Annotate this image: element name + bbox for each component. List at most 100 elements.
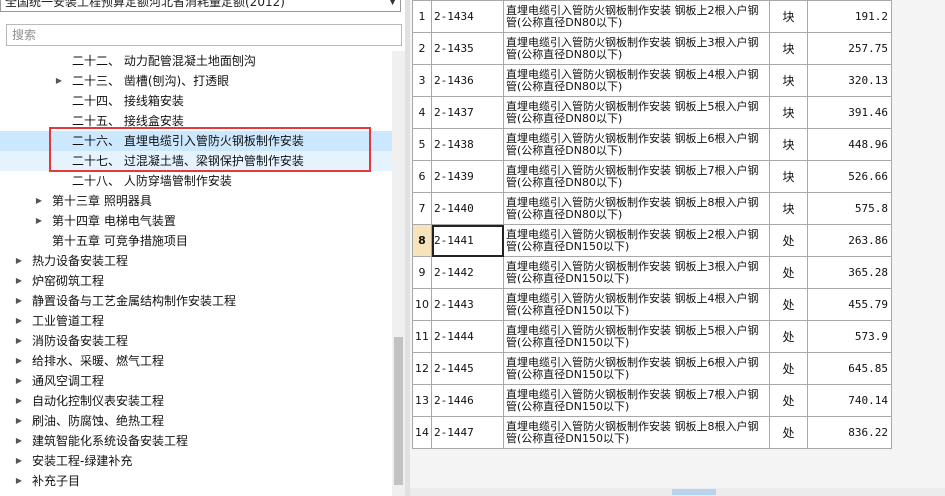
tree-item[interactable]: ▶ 自动化控制仪表安装工程: [0, 391, 392, 411]
expand-arrow-icon[interactable]: ▶: [14, 251, 24, 271]
unit-cell[interactable]: 块: [769, 128, 808, 161]
unit-cell[interactable]: 块: [769, 64, 808, 97]
table-row[interactable]: 6 2-1439 直埋电缆引入管防火钢板制作安装 钢板上7根入户钢管(公称直径DN8…: [412, 160, 892, 193]
quota-name-cell[interactable]: 直埋电缆引入管防火钢板制作安装 钢板上5根入户钢管(公称直径DN80以下): [503, 96, 770, 129]
tree-item[interactable]: 二十五、 接线盒安装: [0, 111, 392, 131]
quota-name-cell[interactable]: 直埋电缆引入管防火钢板制作安装 钢板上7根入户钢管(公称直径DN150以下): [503, 384, 770, 417]
table-row[interactable]: 2 2-1435 直埋电缆引入管防火钢板制作安装 钢板上3根入户钢管(公称直径DN8…: [412, 32, 892, 65]
expand-arrow-icon[interactable]: ▶: [34, 191, 44, 211]
row-number[interactable]: 10: [412, 288, 432, 321]
expand-arrow-icon[interactable]: ▶: [14, 411, 24, 431]
tree-item[interactable]: ▶ 补充子目: [0, 471, 392, 491]
quota-code-cell[interactable]: 2-1434: [431, 0, 504, 33]
tree-item[interactable]: ▶ 第十三章 照明器具: [0, 191, 392, 211]
unit-cell[interactable]: 块: [769, 0, 808, 33]
quota-code-cell[interactable]: 2-1442: [431, 256, 504, 289]
quota-name-cell[interactable]: 直埋电缆引入管防火钢板制作安装 钢板上4根入户钢管(公称直径DN150以下): [503, 288, 770, 321]
quota-name-cell[interactable]: 直埋电缆引入管防火钢板制作安装 钢板上5根入户钢管(公称直径DN150以下): [503, 320, 770, 353]
tree-item[interactable]: ▶ 建筑智能化系统设备安装工程: [0, 431, 392, 451]
quota-code-cell[interactable]: 2-1443: [431, 288, 504, 321]
expand-arrow-icon[interactable]: ▶: [34, 211, 44, 231]
quota-name-cell[interactable]: 直埋电缆引入管防火钢板制作安装 钢板上3根入户钢管(公称直径DN80以下): [503, 32, 770, 65]
table-row[interactable]: 8 2-1441 直埋电缆引入管防火钢板制作安装 钢板上2根入户钢管(公称直径DN1…: [412, 224, 892, 257]
expand-arrow-icon[interactable]: ▶: [54, 71, 64, 91]
tree-item[interactable]: ▶ 工业管道工程: [0, 311, 392, 331]
table-row[interactable]: 1 2-1434 直埋电缆引入管防火钢板制作安装 钢板上2根入户钢管(公称直径DN8…: [412, 0, 892, 33]
expand-arrow-icon[interactable]: ▶: [14, 471, 24, 491]
search-input[interactable]: [6, 24, 402, 46]
expand-arrow-icon[interactable]: ▶: [14, 371, 24, 391]
price-cell[interactable]: 575.8: [807, 192, 892, 225]
quota-library-select[interactable]: 全国统一安装工程预算定额河北省消耗量定额(2012) ▼: [0, 0, 401, 12]
unit-cell[interactable]: 块: [769, 96, 808, 129]
price-cell[interactable]: 645.85: [807, 352, 892, 385]
row-number[interactable]: 11: [412, 320, 432, 353]
tree-item[interactable]: 二十六、 直埋电缆引入管防火钢板制作安装: [0, 131, 392, 151]
quota-code-cell[interactable]: 2-1439: [431, 160, 504, 193]
row-number[interactable]: 14: [412, 416, 432, 449]
expand-arrow-icon[interactable]: ▶: [14, 451, 24, 471]
unit-cell[interactable]: 处: [769, 320, 808, 353]
table-row[interactable]: 3 2-1436 直埋电缆引入管防火钢板制作安装 钢板上4根入户钢管(公称直径DN8…: [412, 64, 892, 97]
unit-cell[interactable]: 处: [769, 288, 808, 321]
tree-item[interactable]: ▶ 通风空调工程: [0, 371, 392, 391]
tree-item[interactable]: ▶ 刷油、防腐蚀、绝热工程: [0, 411, 392, 431]
tree-item[interactable]: ▶ 消防设备安装工程: [0, 331, 392, 351]
quota-code-cell[interactable]: 2-1438: [431, 128, 504, 161]
price-cell[interactable]: 391.46: [807, 96, 892, 129]
tree-item[interactable]: ▶ 炉窑砌筑工程: [0, 271, 392, 291]
unit-cell[interactable]: 处: [769, 352, 808, 385]
row-number[interactable]: 7: [412, 192, 432, 225]
quota-code-cell[interactable]: 2-1440: [431, 192, 504, 225]
table-row[interactable]: 5 2-1438 直埋电缆引入管防火钢板制作安装 钢板上6根入户钢管(公称直径DN8…: [412, 128, 892, 161]
price-cell[interactable]: 257.75: [807, 32, 892, 65]
row-number[interactable]: 8: [412, 224, 432, 257]
expand-arrow-icon[interactable]: ▶: [14, 391, 24, 411]
unit-cell[interactable]: 处: [769, 256, 808, 289]
table-row[interactable]: 14 2-1447 直埋电缆引入管防火钢板制作安装 钢板上8根入户钢管(公称直径DN…: [412, 416, 892, 449]
quota-code-cell[interactable]: 2-1445: [431, 352, 504, 385]
unit-cell[interactable]: 处: [769, 416, 808, 449]
tree-item[interactable]: ▶ 给排水、采暖、燃气工程: [0, 351, 392, 371]
row-number[interactable]: 9: [412, 256, 432, 289]
table-row[interactable]: 9 2-1442 直埋电缆引入管防火钢板制作安装 钢板上3根入户钢管(公称直径DN1…: [412, 256, 892, 289]
price-cell[interactable]: 320.13: [807, 64, 892, 97]
price-cell[interactable]: 526.66: [807, 160, 892, 193]
quota-code-cell[interactable]: 2-1436: [431, 64, 504, 97]
price-cell[interactable]: 191.2: [807, 0, 892, 33]
row-number[interactable]: 12: [412, 352, 432, 385]
row-number[interactable]: 13: [412, 384, 432, 417]
tree-item[interactable]: ▶ 第十四章 电梯电气装置: [0, 211, 392, 231]
table-row[interactable]: 12 2-1445 直埋电缆引入管防火钢板制作安装 钢板上6根入户钢管(公称直径DN…: [412, 352, 892, 385]
tree-item[interactable]: ▶ 安装工程-绿建补充: [0, 451, 392, 471]
row-number[interactable]: 6: [412, 160, 432, 193]
grid-scrollbar-thumb[interactable]: [672, 489, 716, 495]
expand-arrow-icon[interactable]: ▶: [14, 291, 24, 311]
tree-item[interactable]: ▶ 热力设备安装工程: [0, 251, 392, 271]
quota-name-cell[interactable]: 直埋电缆引入管防火钢板制作安装 钢板上2根入户钢管(公称直径DN150以下): [503, 224, 770, 257]
tree-item[interactable]: 二十七、 过混凝土墙、梁钢保护管制作安装: [0, 151, 392, 171]
table-row[interactable]: 10 2-1443 直埋电缆引入管防火钢板制作安装 钢板上4根入户钢管(公称直径DN…: [412, 288, 892, 321]
expand-arrow-icon[interactable]: ▶: [14, 311, 24, 331]
unit-cell[interactable]: 块: [769, 192, 808, 225]
quota-code-cell[interactable]: 2-1444: [431, 320, 504, 353]
price-cell[interactable]: 836.22: [807, 416, 892, 449]
price-cell[interactable]: 740.14: [807, 384, 892, 417]
tree-scrollbar-thumb[interactable]: [394, 337, 403, 485]
quota-name-cell[interactable]: 直埋电缆引入管防火钢板制作安装 钢板上7根入户钢管(公称直径DN80以下): [503, 160, 770, 193]
tree-item[interactable]: 第十五章 可竞争措施项目: [0, 231, 392, 251]
quota-name-cell[interactable]: 直埋电缆引入管防火钢板制作安装 钢板上3根入户钢管(公称直径DN150以下): [503, 256, 770, 289]
quota-name-cell[interactable]: 直埋电缆引入管防火钢板制作安装 钢板上4根入户钢管(公称直径DN80以下): [503, 64, 770, 97]
unit-cell[interactable]: 块: [769, 32, 808, 65]
expand-arrow-icon[interactable]: ▶: [14, 331, 24, 351]
quota-name-cell[interactable]: 直埋电缆引入管防火钢板制作安装 钢板上2根入户钢管(公称直径DN80以下): [503, 0, 770, 33]
expand-arrow-icon[interactable]: ▶: [14, 271, 24, 291]
unit-cell[interactable]: 处: [769, 384, 808, 417]
row-number[interactable]: 2: [412, 32, 432, 65]
quota-code-cell[interactable]: 2-1446: [431, 384, 504, 417]
unit-cell[interactable]: 处: [769, 224, 808, 257]
row-number[interactable]: 3: [412, 64, 432, 97]
price-cell[interactable]: 573.9: [807, 320, 892, 353]
quota-name-cell[interactable]: 直埋电缆引入管防火钢板制作安装 钢板上8根入户钢管(公称直径DN150以下): [503, 416, 770, 449]
quota-code-cell[interactable]: 2-1447: [431, 416, 504, 449]
